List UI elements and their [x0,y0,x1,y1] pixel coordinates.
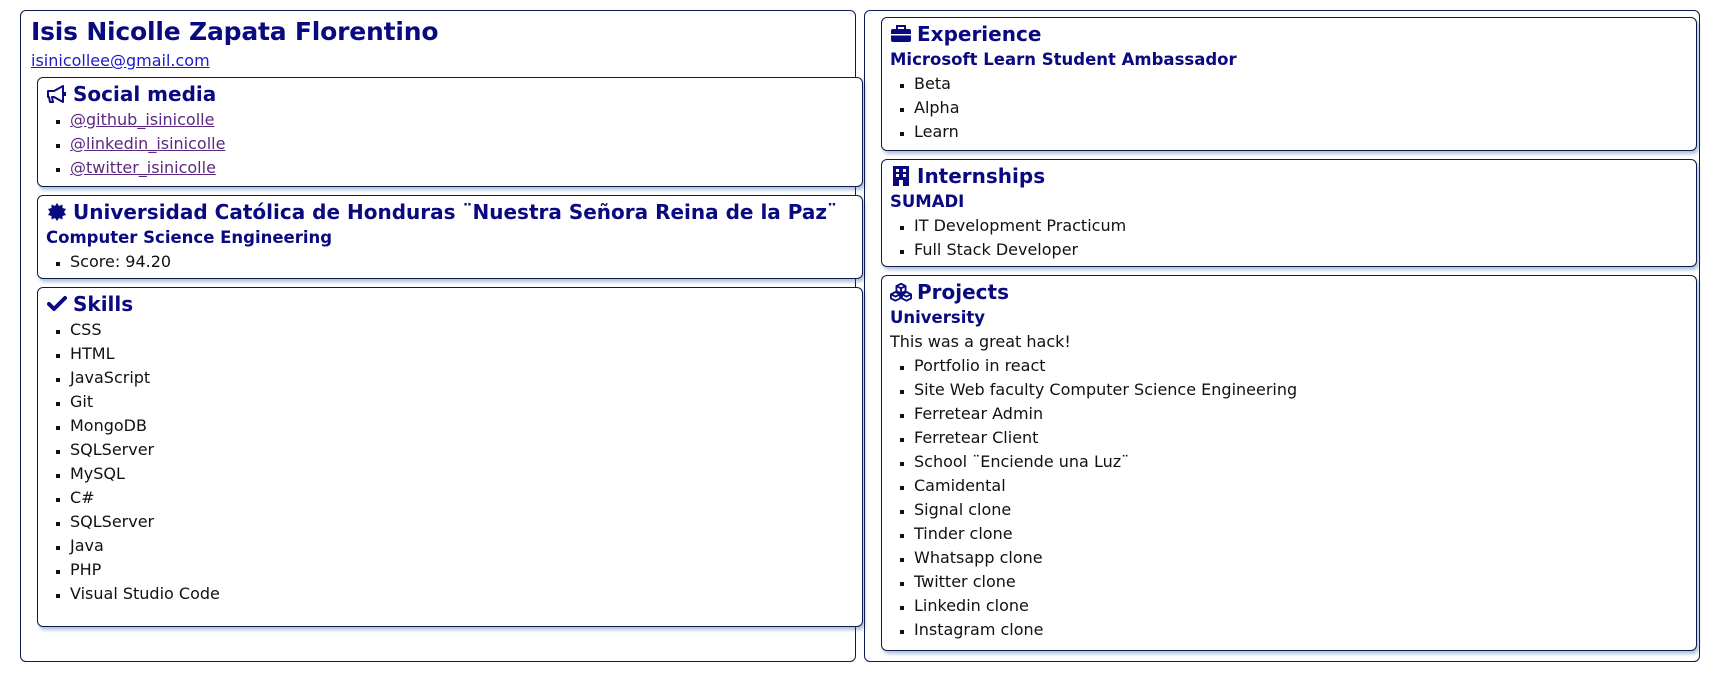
twitter-link[interactable]: @twitter_isinicolle [70,158,216,177]
list-item: Instagram clone [914,618,1688,642]
internship-company: SUMADI [890,192,965,211]
projects-description: This was a great hack! [890,332,1071,351]
list-item: MongoDB [70,414,854,438]
briefcase-icon [890,24,912,44]
right-column: Experience Microsoft Learn Student Ambas… [864,10,1700,662]
internships-card: Internships SUMADI IT Development Practi… [881,159,1697,267]
internships-list: IT Development Practicum Full Stack Deve… [890,214,1688,262]
list-item: Tinder clone [914,522,1688,546]
list-item: Linkedin clone [914,594,1688,618]
left-column: Isis Nicolle Zapata Florentino isinicoll… [20,10,863,662]
list-item: Site Web faculty Computer Science Engine… [914,378,1688,402]
list-item: Java [70,534,854,558]
list-item: Ferretear Admin [914,402,1688,426]
list-item: @linkedin_isinicolle [70,132,854,156]
degree-name: Computer Science Engineering [46,228,333,247]
list-item: Beta [914,72,1688,96]
list-item: Portfolio in react [914,354,1688,378]
skills-title: Skills [73,292,134,316]
internships-title: Internships [917,164,1046,188]
profile-name: Isis Nicolle Zapata Florentino [31,17,439,46]
list-item: Score: 94.20 [70,250,854,274]
megaphone-icon [46,84,68,104]
experience-heading: Experience [890,20,1688,48]
university-name: Universidad Católica de Honduras ¨Nuestr… [73,200,838,224]
github-link[interactable]: @github_isinicolle [70,110,214,129]
social-media-card: Social media @github_isinicolle @linkedi… [37,77,863,187]
list-item: Learn [914,120,1688,144]
building-icon [890,166,912,186]
list-item: MySQL [70,462,854,486]
education-card: Universidad Católica de Honduras ¨Nuestr… [37,195,863,279]
list-item: C# [70,486,854,510]
experience-list: Beta Alpha Learn [890,72,1688,144]
list-item: CSS [70,318,854,342]
list-item: IT Development Practicum [914,214,1688,238]
projects-list: Portfolio in react Site Web faculty Comp… [890,354,1688,642]
list-item: SQLServer [70,438,854,462]
education-heading: Universidad Católica de Honduras ¨Nuestr… [46,198,854,226]
projects-heading: Projects [890,278,1688,306]
list-item: Git [70,390,854,414]
projects-title: Projects [917,280,1010,304]
list-item: Signal clone [914,498,1688,522]
skills-list: CSS HTML JavaScript Git MongoDB SQLServe… [46,318,854,606]
skills-card: Skills CSS HTML JavaScript Git MongoDB S… [37,287,863,627]
email-link[interactable]: isinicollee@gmail.com [31,51,210,70]
list-item: Whatsapp clone [914,546,1688,570]
internships-heading: Internships [890,162,1688,190]
list-item: PHP [70,558,854,582]
list-item: SQLServer [70,510,854,534]
check-icon [46,294,68,314]
projects-group: University [890,308,986,327]
list-item: School ¨Enciende una Luz¨ [914,450,1688,474]
experience-title: Experience [917,22,1042,46]
list-item: @twitter_isinicolle [70,156,854,180]
projects-card: Projects University This was a great hac… [881,275,1697,651]
list-item: Alpha [914,96,1688,120]
experience-card: Experience Microsoft Learn Student Ambas… [881,17,1697,151]
experience-role: Microsoft Learn Student Ambassador [890,50,1237,69]
linkedin-link[interactable]: @linkedin_isinicolle [70,134,225,153]
list-item: HTML [70,342,854,366]
social-media-heading: Social media [46,80,854,108]
social-media-title: Social media [73,82,217,106]
badge-icon [46,202,68,222]
list-item: Visual Studio Code [70,582,854,606]
list-item: JavaScript [70,366,854,390]
skills-heading: Skills [46,290,854,318]
list-item: Full Stack Developer [914,238,1688,262]
list-item: @github_isinicolle [70,108,854,132]
education-list: Score: 94.20 [46,250,854,274]
social-links-list: @github_isinicolle @linkedin_isinicolle … [46,108,854,180]
list-item: Camidental [914,474,1688,498]
list-item: Ferretear Client [914,426,1688,450]
list-item: Twitter clone [914,570,1688,594]
cubes-icon [890,282,912,302]
